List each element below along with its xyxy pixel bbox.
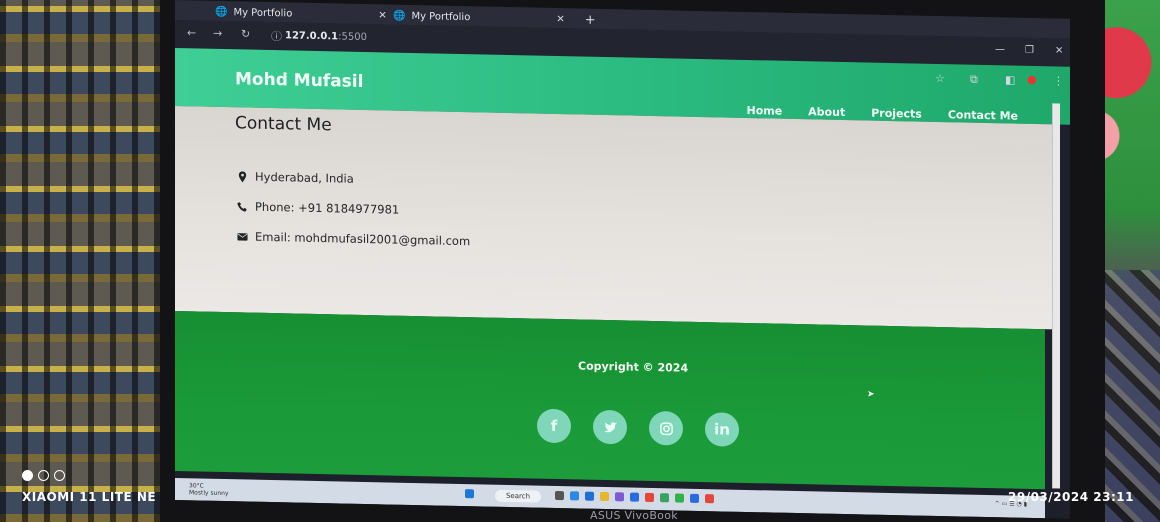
- extensions-icon[interactable]: ⧉: [970, 73, 978, 87]
- weather-widget[interactable]: 30°C Mostly sunny: [189, 482, 229, 497]
- chrome-icon[interactable]: [645, 492, 654, 503]
- whatsapp-icon[interactable]: [675, 493, 684, 503]
- close-tab-icon[interactable]: ✕: [378, 10, 386, 21]
- social-links: f in: [537, 408, 739, 447]
- globe-icon: 🌐: [393, 10, 406, 22]
- sidebar-icon[interactable]: ◧: [1005, 73, 1015, 86]
- phone-icon: [237, 201, 247, 212]
- dot-icon: [38, 470, 49, 481]
- watermark-dots: [22, 470, 65, 481]
- dot-icon: [54, 470, 65, 481]
- linkedin-icon[interactable]: in: [705, 412, 739, 447]
- vscode-icon[interactable]: [690, 493, 699, 503]
- profile-avatar[interactable]: ●: [1027, 73, 1037, 86]
- watermark-device: XIAOMI 11 LITE NE: [22, 490, 157, 504]
- windows-start-icon[interactable]: [465, 489, 474, 499]
- new-tab-button[interactable]: +: [585, 12, 596, 27]
- twitter-icon[interactable]: [593, 409, 627, 445]
- page-title: Contact Me: [235, 113, 332, 136]
- nav-projects[interactable]: Projects: [871, 107, 922, 121]
- watermark-datetime: 29/03/2024 23:11: [1008, 490, 1134, 504]
- email-row: Email: mohdmufasil2001@gmail.com: [237, 229, 470, 248]
- location-row: Hyderabad, India: [237, 169, 354, 186]
- back-icon[interactable]: ←: [187, 26, 196, 39]
- laptop-brand: ASUS VivoBook: [590, 509, 678, 522]
- close-tab-icon[interactable]: ✕: [556, 13, 564, 24]
- page-scrollbar[interactable]: [1052, 103, 1060, 489]
- taskbar-search[interactable]: Search: [495, 489, 541, 503]
- forward-icon[interactable]: →: [213, 27, 222, 40]
- info-icon[interactable]: ⓘ: [271, 28, 282, 44]
- app-icon[interactable]: [660, 493, 669, 503]
- facebook-icon[interactable]: f: [537, 408, 571, 444]
- dot-icon: [22, 470, 33, 481]
- envelope-icon: [237, 232, 248, 241]
- copyright-text: Copyright © 2024: [578, 359, 689, 375]
- taskbar-apps: [555, 490, 714, 504]
- close-window-icon[interactable]: ✕: [1055, 45, 1063, 56]
- map-pin-icon: [238, 170, 247, 182]
- app-icon[interactable]: [615, 492, 624, 502]
- contact-section: Contact Me Hyderabad, India Phone: +91 8…: [175, 106, 1055, 330]
- nav-contact[interactable]: Contact Me: [948, 108, 1018, 122]
- site-logo[interactable]: Mohd Mufasil: [235, 69, 363, 92]
- nav-about[interactable]: About: [808, 105, 845, 119]
- chrome-icon[interactable]: [705, 494, 714, 504]
- globe-icon: 🌐: [215, 6, 228, 18]
- nav-home[interactable]: Home: [746, 104, 782, 118]
- store-icon[interactable]: [585, 491, 594, 501]
- fabric-background-left: [0, 0, 175, 522]
- laptop-screen: 🌐 My Portfolio ✕ 🌐 My Portfolio ✕ + ← → …: [175, 0, 1070, 519]
- edge-icon[interactable]: [570, 491, 579, 501]
- task-view-icon[interactable]: [555, 490, 564, 501]
- file-explorer-icon[interactable]: [600, 491, 609, 502]
- reload-icon[interactable]: ↻: [241, 27, 250, 40]
- minimize-icon[interactable]: —: [995, 44, 1005, 55]
- url-field[interactable]: 127.0.0.1:5500: [285, 30, 367, 43]
- restore-icon[interactable]: ❐: [1025, 45, 1034, 56]
- site-footer: Copyright © 2024 f in: [175, 311, 1045, 490]
- app-icon[interactable]: [630, 492, 639, 502]
- mouse-cursor-icon: ➤: [867, 389, 875, 400]
- menu-icon[interactable]: ⋮: [1053, 74, 1064, 87]
- taskbar-start: [465, 489, 474, 499]
- phone-row: Phone: +91 8184977981: [237, 199, 399, 217]
- instagram-icon[interactable]: [649, 410, 683, 446]
- star-icon[interactable]: ☆: [935, 72, 945, 85]
